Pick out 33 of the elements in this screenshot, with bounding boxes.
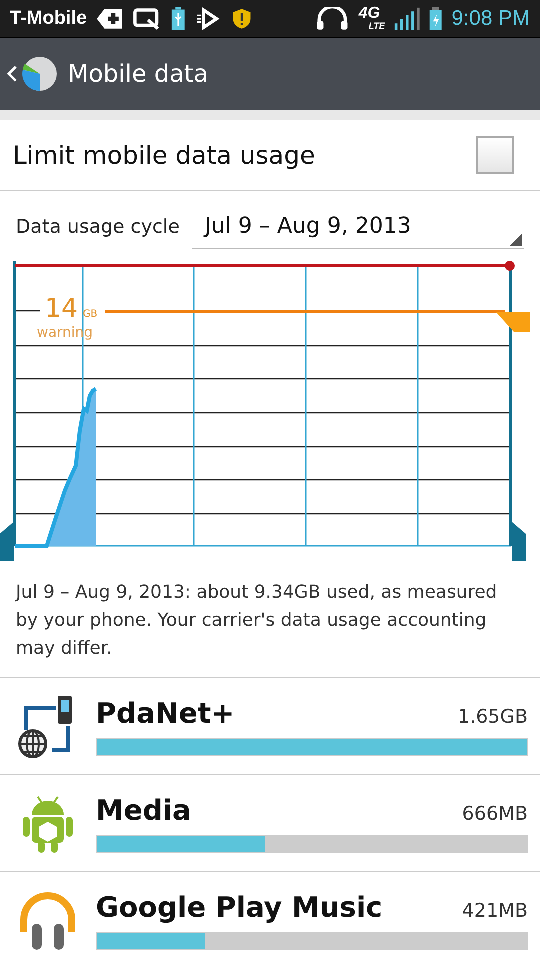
usage-summary: Jul 9 – Aug 9, 2013: about 9.34GB used, as measured by your phone. Your carrier's data usage accounting may differ.: [16, 581, 498, 661]
app-row[interactable]: Google Play Music 421MB: [0, 871, 540, 960]
play-arrow-icon: [194, 6, 221, 30]
warning-unit: GB: [83, 309, 98, 320]
app-name: Google Play Music: [96, 890, 383, 924]
battery-charging-icon: [429, 6, 443, 30]
limit-setting-row[interactable]: Limit mobile data usage: [0, 120, 540, 191]
app-usage: 666MB: [462, 802, 528, 824]
screen-title: Mobile data: [68, 60, 208, 88]
network-type: 4G: [358, 6, 382, 22]
limit-line[interactable]: [15, 261, 515, 271]
checkbox[interactable]: [476, 136, 514, 174]
app-row[interactable]: Media 666MB: [0, 774, 540, 871]
headphones-icon: [314, 6, 350, 30]
carrier-name: T-Mobile: [10, 8, 88, 30]
app-name: PdaNet+: [96, 696, 235, 730]
back-chevron-icon: [6, 64, 18, 84]
app-usage: 421MB: [462, 900, 528, 922]
app-row[interactable]: PdaNet+ 1.65GB: [0, 677, 540, 774]
setting-label: Limit mobile data usage: [13, 140, 316, 170]
usb-battery-icon: [170, 6, 186, 30]
app-name: Media: [96, 794, 192, 826]
signal-icon: [394, 6, 420, 30]
clock: 9:08 PM: [452, 6, 530, 30]
pie-chart-icon: [22, 56, 58, 92]
network-subtype: LTE: [368, 22, 386, 31]
back-button[interactable]: [6, 56, 58, 92]
warning-value: 14: [45, 294, 78, 324]
cycle-label: Data usage cycle: [16, 216, 180, 238]
app-usage: 1.65GB: [458, 706, 528, 728]
screen-edit-icon: [133, 6, 162, 30]
medical-cross-icon: [96, 6, 124, 30]
warning-line[interactable]: [105, 310, 530, 332]
